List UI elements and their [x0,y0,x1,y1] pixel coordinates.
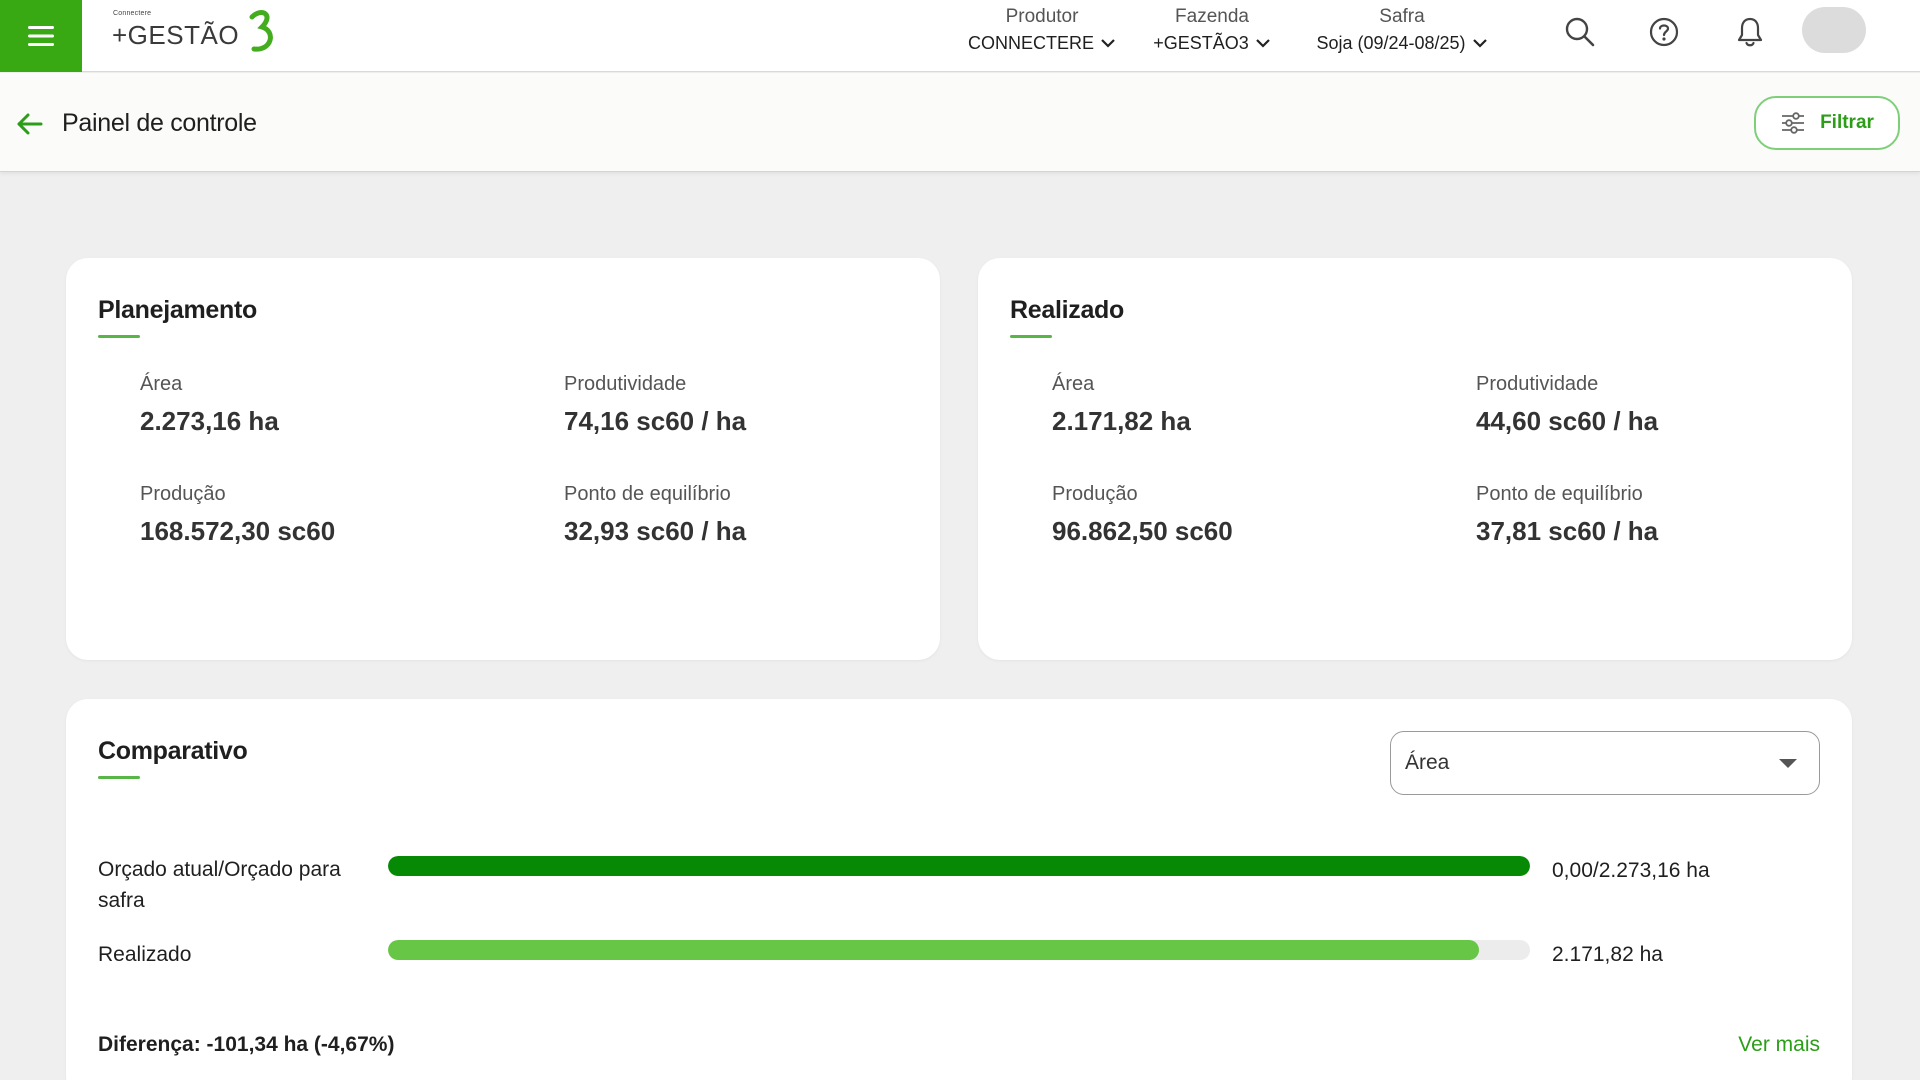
help-icon [1649,17,1679,47]
selector-value: CONNECTERE [967,33,1094,53]
card-title: Planejamento [98,296,257,324]
selector-label: Safra [1379,6,1425,27]
menu-icon [28,26,54,46]
metric-value: 44,60 sc60 / ha [1476,406,1659,436]
comparativo-card: Comparativo Área Orçado atual/Orçado par… [66,699,1852,1080]
sliders-icon [1782,112,1805,134]
notifications-button[interactable] [1732,14,1768,50]
card-title: Comparativo [98,737,248,765]
caret-down-icon [1779,759,1797,768]
metric-producao: Produção 96.862,50 sc60 [1052,482,1233,546]
search-icon [1565,17,1595,47]
selector-value: +GESTÃO3 [1153,33,1249,53]
progress-bar-orcado [388,856,1530,876]
progress-fill [388,940,1480,960]
metric-label: Produção [1052,483,1138,505]
row-value-orcado: 0,00/2.273,16 ha [1552,859,1710,882]
help-button[interactable] [1646,14,1682,50]
row-label-orcado: Orçado atual/Orçado para safra [98,858,341,912]
realizado-card: Realizado Área 2.171,82 ha Produtividade… [978,258,1852,660]
title-underline [98,776,140,779]
menu-button[interactable] [0,0,82,72]
metric-label: Produção [140,483,226,505]
metric-label: Produtividade [564,373,687,395]
logo-mark-icon [249,10,273,52]
chevron-down-icon [1255,39,1270,48]
select-value: Área [1405,751,1450,774]
selector-value: Soja (09/24-08/25) [1316,33,1466,53]
progress-bar-realizado [388,940,1530,960]
chevron-down-icon [1472,39,1487,48]
metric-value: 96.862,50 sc60 [1052,516,1233,546]
metric-produtividade: Produtividade 74,16 sc60 / ha [564,372,746,436]
selector-fazenda[interactable]: Fazenda +GESTÃO3 [1140,6,1284,58]
metric-area: Área 2.273,16 ha [140,372,279,436]
filter-button[interactable]: Filtrar [1754,96,1900,150]
metric-value: 37,81 sc60 / ha [1476,516,1659,546]
metric-area: Área 2.171,82 ha [1052,372,1191,436]
selector-label: Produtor [1005,6,1079,27]
top-bar: Connectere +GESTÃO Produtor CONNECTERE F… [0,0,1920,72]
metric-producao: Produção 168.572,30 sc60 [140,482,335,546]
metric-value: 2.273,16 ha [140,406,279,436]
logo-text: +GESTÃO [112,20,240,50]
progress-fill [388,856,1530,876]
planejamento-card: Planejamento Área 2.273,16 ha Produtivid… [66,258,940,660]
metric-value: 74,16 sc60 / ha [564,406,747,436]
metric-value: 2.171,82 ha [1052,406,1191,436]
metric-label: Área [140,373,183,395]
row-label-realizado: Realizado [98,943,192,966]
selector-safra[interactable]: Safra Soja (09/24-08/25) [1302,6,1502,58]
logo-company-text: Connectere [113,10,152,17]
metric-label: Área [1052,373,1095,395]
metric-label: Produtividade [1476,373,1599,395]
metric-label: Ponto de equilíbrio [1476,483,1643,505]
search-button[interactable] [1562,14,1598,50]
bell-icon [1737,17,1763,47]
page-header: Painel de controle Filtrar [0,73,1920,172]
card-title: Realizado [1010,296,1124,324]
selector-produtor[interactable]: Produtor CONNECTERE [962,6,1122,58]
filter-label: Filtrar [1820,112,1874,133]
metric-produtividade: Produtividade 44,60 sc60 / ha [1476,372,1658,436]
back-button[interactable] [12,107,46,141]
metric-ponto-equilibrio: Ponto de equilíbrio 37,81 sc60 / ha [1476,482,1658,546]
metric-value: 32,93 sc60 / ha [564,516,747,546]
user-avatar[interactable] [1802,7,1866,53]
chevron-down-icon [1101,39,1115,48]
metric-label: Ponto de equilíbrio [564,483,731,505]
row-value-realizado: 2.171,82 ha [1552,943,1663,966]
difference-text: Diferença: -101,34 ha (-4,67%) [98,1033,395,1056]
page-title: Painel de controle [62,109,257,137]
title-underline [1010,335,1052,338]
title-underline [98,335,140,338]
metric-ponto-equilibrio: Ponto de equilíbrio 32,93 sc60 / ha [564,482,746,546]
arrow-left-icon [17,113,43,135]
ver-mais-link[interactable]: Ver mais [1738,1033,1820,1057]
comparativo-metric-select[interactable]: Área [1390,731,1820,795]
selector-label: Fazenda [1175,6,1249,27]
metric-value: 168.572,30 sc60 [140,516,336,546]
